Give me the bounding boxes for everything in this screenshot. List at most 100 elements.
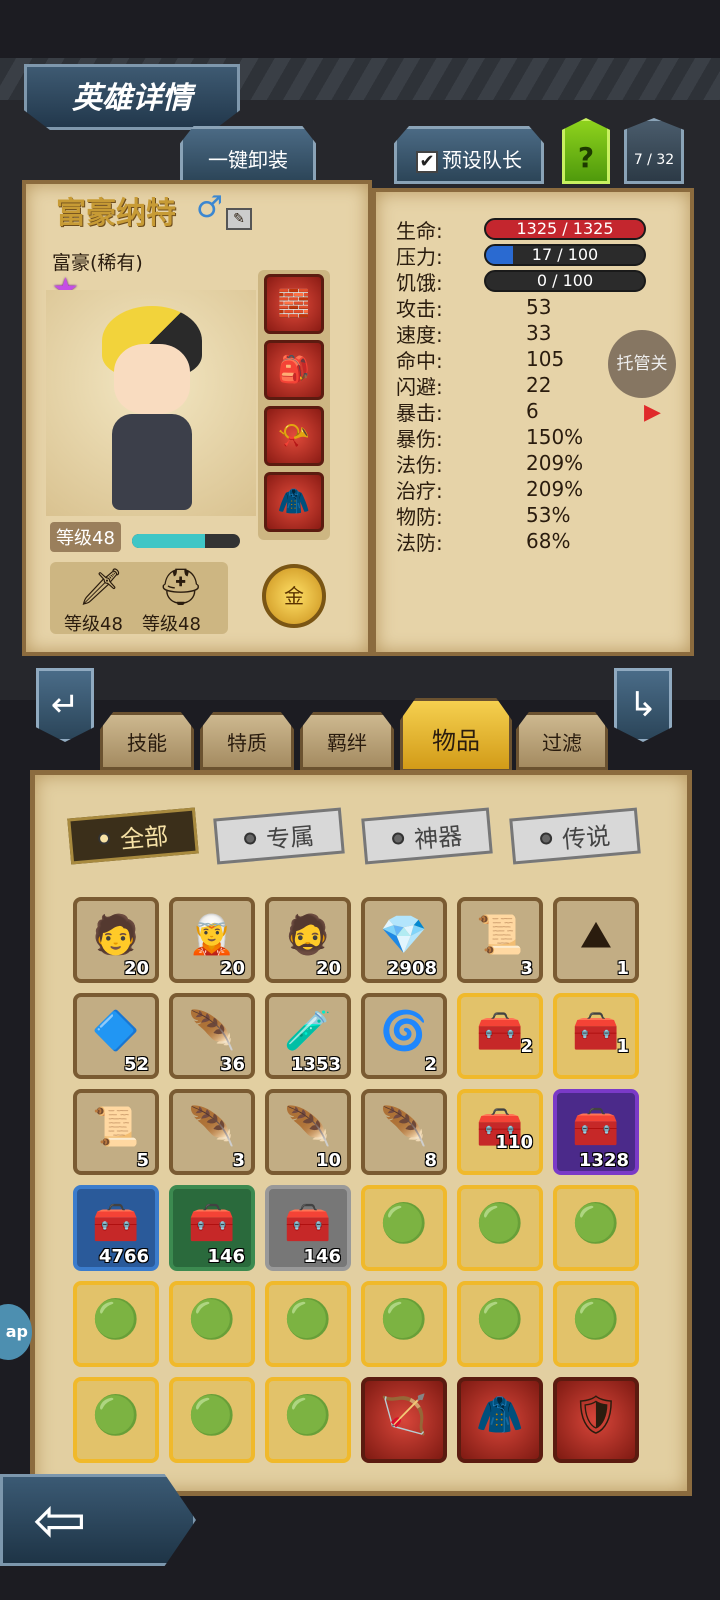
- tab-bonds[interactable]: 羁绊: [300, 712, 394, 770]
- unequip-all-button[interactable]: 一键卸装: [180, 126, 316, 184]
- gender-male-icon: ♂: [196, 190, 223, 225]
- green-orb-icon: 🟢: [476, 1297, 524, 1342]
- item-slot[interactable]: 🧪 1353: [265, 993, 351, 1079]
- item-slot[interactable]: 🪶 10: [265, 1089, 351, 1175]
- green-orb-icon: 🟢: [92, 1297, 140, 1342]
- hero-name: 富豪纳特: [56, 196, 176, 231]
- hp-value: 1325 / 1325: [516, 219, 614, 238]
- item-slot[interactable]: ⛰ 1: [553, 897, 639, 983]
- item-slot[interactable]: 🧥: [457, 1377, 543, 1463]
- xp-bar: [132, 534, 240, 548]
- stat-value: 6: [526, 399, 539, 423]
- item-slot[interactable]: 🧰 2: [457, 993, 543, 1079]
- item-slot[interactable]: 🧑 20: [73, 897, 159, 983]
- stat-hunger-label: 饥饿:: [396, 270, 443, 295]
- radio-dot: [243, 832, 257, 846]
- item-slot[interactable]: 🔷 52: [73, 993, 159, 1079]
- item-slot[interactable]: 🟢: [553, 1185, 639, 1271]
- side-bubble[interactable]: ap: [0, 1304, 32, 1360]
- green-orb-icon: 🟢: [476, 1201, 524, 1246]
- item-slot[interactable]: 🟢: [169, 1377, 255, 1463]
- stat-row: 攻击: 53: [396, 294, 666, 321]
- hp-bar: 1325 / 1325: [484, 218, 646, 240]
- radio-dot: [391, 832, 405, 846]
- item-qty: 146: [207, 1246, 245, 1267]
- filter-exclusive[interactable]: 专属: [213, 807, 345, 865]
- item-qty: 20: [315, 958, 341, 979]
- item-qty: 1: [616, 958, 629, 979]
- item-slot[interactable]: 🟢: [553, 1281, 639, 1367]
- item-slot[interactable]: 🟢: [265, 1377, 351, 1463]
- item-slot[interactable]: 🪶 3: [169, 1089, 255, 1175]
- stat-label: 法伤:: [396, 452, 443, 477]
- item-qty: 5: [136, 1150, 149, 1171]
- captain-checkbox[interactable]: ✔: [416, 150, 438, 173]
- tab-skills[interactable]: 技能: [100, 712, 194, 770]
- prev-hero-arrow-icon[interactable]: ↵: [36, 668, 94, 742]
- green-orb-icon: 🟢: [380, 1201, 428, 1246]
- item-slot[interactable]: 🟢: [361, 1185, 447, 1271]
- item-slot[interactable]: 🧝 20: [169, 897, 255, 983]
- armor-level: 等级48: [142, 614, 201, 635]
- item-slot[interactable]: 🟢: [73, 1377, 159, 1463]
- stress-value: 17 / 100: [531, 245, 599, 264]
- next-hero-arrow-icon[interactable]: ↳: [614, 668, 672, 742]
- item-slot[interactable]: 🧰 146: [265, 1185, 351, 1271]
- item-slot[interactable]: 🟢: [457, 1281, 543, 1367]
- item-slot[interactable]: 📜 5: [73, 1089, 159, 1175]
- item-slot[interactable]: 🏹: [361, 1377, 447, 1463]
- stats-panel: 生命: 1325 / 1325 压力: 17 / 100 饥饿: 0 / 100…: [372, 188, 694, 656]
- back-arrow-icon[interactable]: ⇦: [0, 1474, 196, 1566]
- green-orb-icon: 🟢: [188, 1297, 236, 1342]
- item-slot[interactable]: 🧔 20: [265, 897, 351, 983]
- expand-arrow-icon[interactable]: ▶: [644, 400, 661, 425]
- equip-slot-horn[interactable]: 📯: [264, 406, 324, 466]
- equip-slot-armor[interactable]: 🧱: [264, 274, 324, 334]
- item-slot[interactable]: 🛡: [553, 1377, 639, 1463]
- item-slot[interactable]: 🧰 1328: [553, 1089, 639, 1175]
- help-button[interactable]: ?: [562, 118, 610, 184]
- stat-row: 暴伤: 150%: [396, 424, 666, 451]
- equip-slot-cloak[interactable]: 🧥: [264, 472, 324, 532]
- gold-button[interactable]: 金: [262, 564, 326, 628]
- item-qty: 1: [616, 1036, 629, 1057]
- green-orb-icon: 🟢: [188, 1393, 236, 1438]
- item-slot[interactable]: 📜 3: [457, 897, 543, 983]
- auto-battle-toggle[interactable]: 托管关: [608, 330, 676, 398]
- page-title: 英雄详情: [24, 64, 240, 130]
- item-slot[interactable]: 🟢: [457, 1185, 543, 1271]
- tab-traits[interactable]: 特质: [200, 712, 294, 770]
- sword-icon[interactable]: 🗡: [78, 566, 124, 608]
- item-slot[interactable]: 🟢: [73, 1281, 159, 1367]
- item-slot[interactable]: 🟢: [265, 1281, 351, 1367]
- stat-value: 53%: [526, 503, 571, 527]
- item-slot[interactable]: 🧰 146: [169, 1185, 255, 1271]
- radio-dot: [539, 832, 553, 846]
- stress-bar-fill: [486, 246, 513, 264]
- filter-legendary[interactable]: 传说: [509, 807, 641, 865]
- item-qty: 146: [303, 1246, 341, 1267]
- preset-captain-button[interactable]: ✔ 预设队长: [394, 126, 544, 184]
- edit-name-icon[interactable]: ✎: [226, 208, 252, 230]
- item-slot[interactable]: 💎 2908: [361, 897, 447, 983]
- stat-row: 法伤: 209%: [396, 450, 666, 477]
- helmet-icon[interactable]: ⛑: [158, 566, 204, 608]
- tab-filter[interactable]: 过滤: [516, 712, 608, 770]
- item-slot[interactable]: 🪶 8: [361, 1089, 447, 1175]
- item-slot[interactable]: 🧰 1: [553, 993, 639, 1079]
- equip-slot-backpack[interactable]: 🎒: [264, 340, 324, 400]
- item-slot[interactable]: 🧰 110: [457, 1089, 543, 1175]
- tab-items[interactable]: 物品: [400, 698, 512, 772]
- item-slot[interactable]: 🟢: [361, 1281, 447, 1367]
- item-qty: 8: [424, 1150, 437, 1171]
- item-slot[interactable]: 🟢: [169, 1281, 255, 1367]
- radio-dot: [97, 832, 111, 846]
- weapon-level: 等级48: [64, 614, 123, 635]
- item-qty: 20: [219, 958, 245, 979]
- item-slot[interactable]: 🪶 36: [169, 993, 255, 1079]
- filter-all[interactable]: 全部: [67, 807, 199, 865]
- item-slot[interactable]: 🌀 2: [361, 993, 447, 1079]
- item-slot[interactable]: 🧰 4766: [73, 1185, 159, 1271]
- filter-artifact[interactable]: 神器: [361, 807, 493, 865]
- green-orb-icon: 🟢: [92, 1393, 140, 1438]
